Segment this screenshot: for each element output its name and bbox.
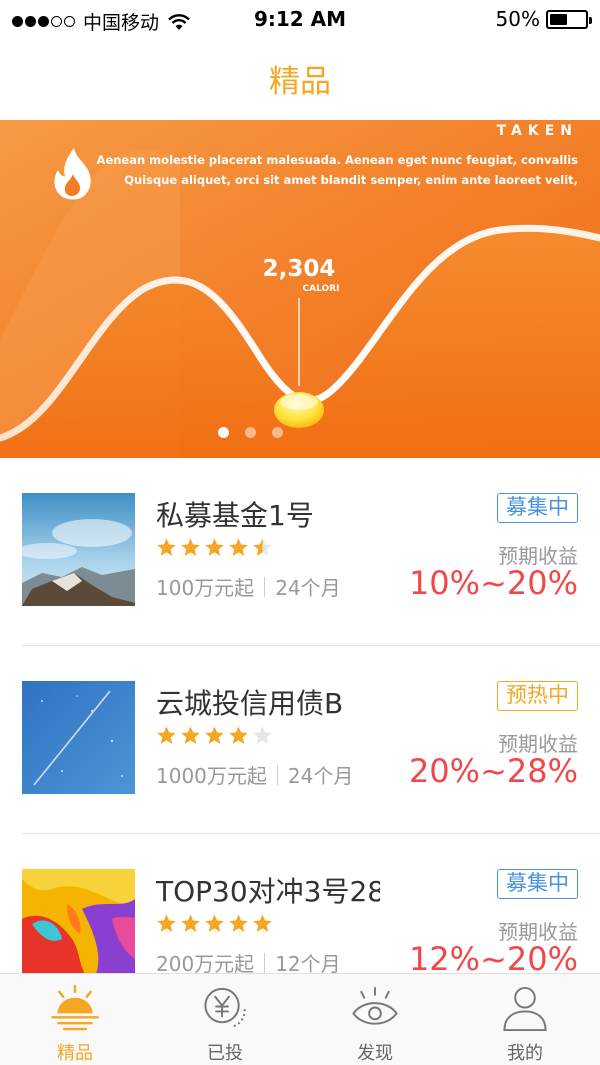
tab-featured[interactable]: 精品 [0,974,150,1065]
tab-invested[interactable]: 已投 [150,974,300,1065]
meta-divider [276,764,278,785]
nav-bar: 精品 [0,40,600,120]
status-bar: 中国移动 9:12 AM 50% [0,0,600,40]
status-right: 50% [495,7,592,31]
banner-page-indicator[interactable] [218,427,283,438]
product-title: 云城投信用债B [156,687,344,720]
status-badge: 预热中 [497,681,578,711]
page-dot[interactable] [245,427,256,438]
min-amount: 1000万元起 [156,764,267,788]
star-full-icon [157,538,176,556]
page-dot[interactable] [272,427,283,438]
star-full-icon [229,914,248,932]
sunrise-icon [51,984,99,1031]
page-title: 精品 [269,64,331,100]
tab-discover[interactable]: 发现 [300,974,450,1065]
star-empty-icon [253,726,272,744]
promo-banner[interactable]: TAKEN Aenean molestie placerat malesuada… [0,120,600,458]
term: 24个月 [275,576,341,600]
tab-bar: 精品 已投 发现 我的 [0,973,600,1065]
meta-divider [264,952,266,973]
star-full-icon [157,726,176,744]
yen-coin-icon [204,987,246,1028]
star-full-icon [253,914,272,932]
meta-divider [264,576,266,597]
eye-icon [352,986,398,1025]
battery-percent: 50% [495,7,540,31]
person-icon [503,986,547,1032]
banner-value: 2,304 [262,256,336,282]
yield-value: 20%~28% [408,752,578,790]
term: 24个月 [287,764,354,788]
star-half-icon [253,538,272,556]
status-badge: 募集中 [497,869,578,899]
star-full-icon [229,726,248,744]
tab-profile[interactable]: 我的 [450,974,600,1065]
star-full-icon [205,538,224,556]
tab-label: 精品 [57,1043,93,1064]
star-full-icon [181,538,200,556]
product-meta: 100万元起 24个月 [156,572,341,601]
star-full-icon [205,726,224,744]
rating-stars [156,725,273,746]
star-full-icon [181,914,200,932]
product-meta: 1000万元起 24个月 [156,760,353,789]
status-badge: 募集中 [497,493,578,523]
star-full-icon [181,726,200,744]
product-item[interactable]: 私募基金1号 100万元起 24个月 募集中 预期收益 10%~20% [0,458,600,646]
product-title: 私募基金1号 [156,499,314,532]
banner-brand: TAKEN [496,123,578,139]
product-title: TOP30对冲3号28 [156,875,380,908]
rating-stars [156,537,273,558]
page-dot[interactable] [218,427,229,438]
banner-unit: CALORI [302,284,340,294]
min-amount: 100万元起 [156,576,255,600]
tab-label: 发现 [357,1043,393,1064]
product-item[interactable]: 云城投信用债B 1000万元起 24个月 预热中 预期收益 20%~28% [0,646,600,834]
star-full-icon [205,914,224,932]
product-thumbnail-sky [22,681,135,794]
product-thumbnail-mountain [22,493,135,606]
tab-label: 我的 [507,1043,543,1064]
rating-stars [156,913,273,934]
battery-icon [546,9,592,29]
banner-text-line1: Aenean molestie placerat malesuada. Aene… [96,153,578,167]
star-full-icon [157,914,176,932]
banner-text-line2: Quisque aliquet, orci sit amet blandit s… [124,173,578,187]
product-thumbnail-paint [22,869,135,982]
yield-value: 10%~20% [408,564,578,602]
star-full-icon [229,538,248,556]
tab-label: 已投 [207,1043,243,1064]
